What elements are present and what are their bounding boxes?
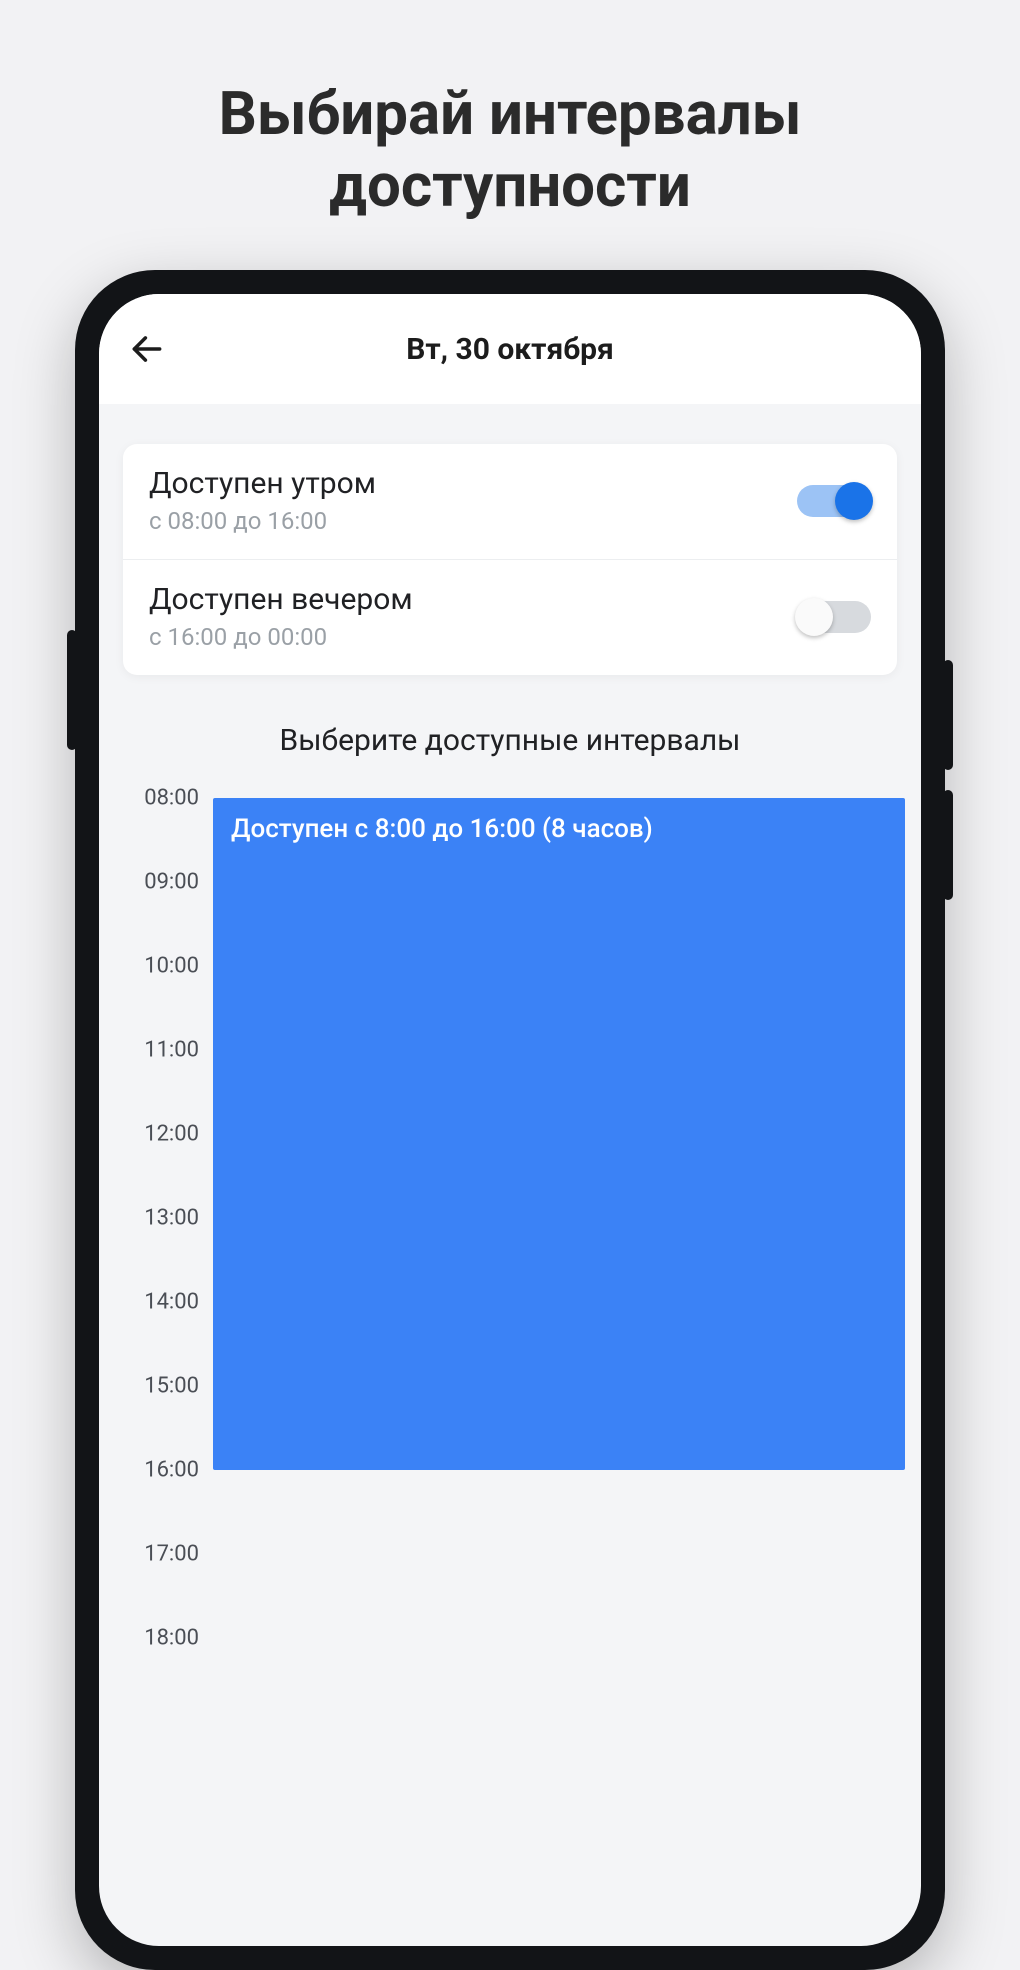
hour-label: 15:00 bbox=[123, 1374, 199, 1399]
toggle-title-morning: Доступен утром bbox=[149, 466, 376, 501]
toggle-text-morning: Доступен утром с 08:00 до 16:00 bbox=[149, 466, 376, 535]
hour-label: 13:00 bbox=[123, 1206, 199, 1231]
toggle-sub-morning: с 08:00 до 16:00 bbox=[149, 507, 376, 535]
hour-label: 10:00 bbox=[123, 954, 199, 979]
toggle-switch-evening[interactable] bbox=[797, 601, 871, 633]
hour-label: 16:00 bbox=[123, 1458, 199, 1483]
toggle-row-morning: Доступен утром с 08:00 до 16:00 bbox=[123, 444, 897, 559]
toggle-switch-morning[interactable] bbox=[797, 485, 871, 517]
arrow-left-icon bbox=[128, 330, 166, 368]
schedule-body[interactable]: 08:0009:0010:0011:0012:0013:0014:0015:00… bbox=[207, 788, 905, 1748]
app-header: Вт, 30 октября bbox=[99, 294, 921, 404]
phone-mockup: Вт, 30 октября Доступен утром с 08:00 до… bbox=[75, 270, 945, 1970]
toggle-row-evening: Доступен вечером с 16:00 до 00:00 bbox=[123, 559, 897, 675]
toggle-text-evening: Доступен вечером с 16:00 до 00:00 bbox=[149, 582, 413, 651]
phone-frame: Вт, 30 октября Доступен утром с 08:00 до… bbox=[75, 270, 945, 1970]
toggle-title-evening: Доступен вечером bbox=[149, 582, 413, 617]
header-title: Вт, 30 октября bbox=[99, 332, 921, 367]
availability-interval-block[interactable]: Доступен с 8:00 до 16:00 (8 часов) bbox=[213, 798, 905, 1470]
phone-screen: Вт, 30 октября Доступен утром с 08:00 до… bbox=[99, 294, 921, 1946]
toggle-sub-evening: с 16:00 до 00:00 bbox=[149, 623, 413, 651]
hour-label: 09:00 bbox=[123, 870, 199, 895]
back-button[interactable] bbox=[125, 327, 169, 371]
phone-side-button-right-2 bbox=[943, 790, 953, 900]
promo-line-1: Выбирай интервалы bbox=[0, 78, 1020, 150]
promo-line-2: доступности bbox=[0, 150, 1020, 222]
section-heading: Выберите доступные интервалы bbox=[99, 723, 921, 758]
phone-side-button-right-1 bbox=[943, 660, 953, 770]
hour-label: 18:00 bbox=[123, 1626, 199, 1651]
schedule: 08:00 09:00 10:00 11:00 12:00 13:00 14:00 15:00… bbox=[99, 788, 921, 1748]
hour-label: 17:00 bbox=[123, 1542, 199, 1567]
availability-toggle-card: Доступен утром с 08:00 до 16:00 Доступен… bbox=[123, 444, 897, 675]
promo-heading: Выбирай интервалы доступности bbox=[0, 0, 1020, 222]
hour-label: 14:00 bbox=[123, 1290, 199, 1315]
hour-label: 08:00 bbox=[123, 786, 199, 811]
phone-side-button-left bbox=[67, 630, 77, 750]
hour-label: 12:00 bbox=[123, 1122, 199, 1147]
hour-label: 11:00 bbox=[123, 1038, 199, 1063]
